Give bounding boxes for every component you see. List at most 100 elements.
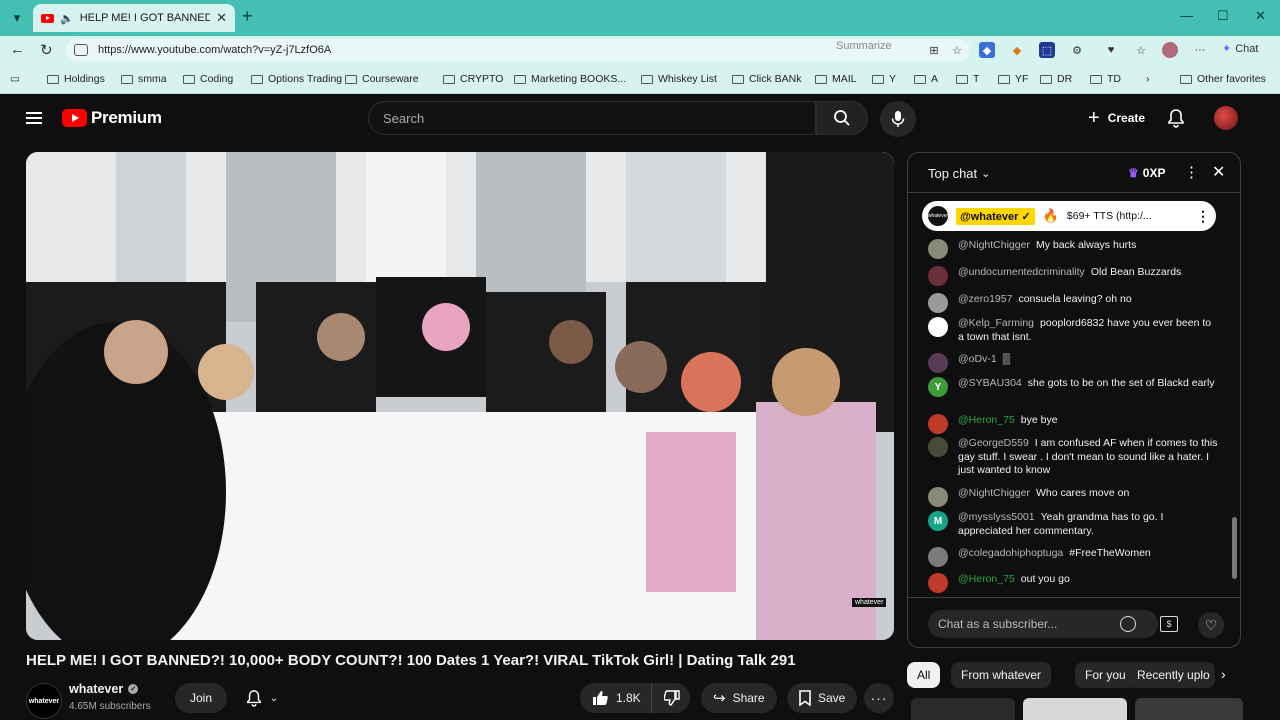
filter-chip[interactable]: All [907,662,941,688]
chat-author[interactable]: @colegadohiphoptuga [958,547,1063,559]
bookmark-item[interactable]: Marketing BOOKS... [514,73,626,85]
extension-1-icon[interactable]: ◆ [979,42,995,58]
extensions-puzzle-icon[interactable]: ⚙ [1069,42,1085,58]
like-button[interactable]: 1.8K [580,683,652,713]
heart-reaction-icon[interactable]: ♡ [1198,612,1224,638]
profile-avatar-icon[interactable] [1162,42,1178,58]
bookmark-item[interactable]: Options Trading [251,73,342,85]
chat-avatar[interactable] [928,317,948,337]
metamask-icon[interactable]: ◆ [1009,42,1025,58]
chat-avatar[interactable] [928,293,948,313]
bookmark-item[interactable]: CRYPTO [443,73,503,85]
speaker-icon[interactable]: 🔈 [60,12,74,25]
guide-menu-icon[interactable] [26,112,42,124]
pinned-message[interactable]: whatever @whatever ✓ 🔥 $69+ TTS (http:/.… [922,201,1216,231]
new-tab-button[interactable]: + [242,6,253,27]
chat-more-icon[interactable]: ⋮ [1184,163,1199,181]
bookmark-item[interactable]: DR [1040,73,1072,85]
site-info-icon[interactable] [74,44,88,56]
chat-author[interactable]: @zero1957 [958,293,1012,305]
bookmark-item[interactable]: Y [872,73,896,85]
bookmark-item[interactable]: T [956,73,979,85]
chat-author[interactable]: @Heron_75 [958,414,1015,426]
summarize-button[interactable]: Summarize [836,40,892,52]
settings-more-icon[interactable]: ··· [1192,42,1208,58]
apps-icon[interactable]: ⊞ [926,42,942,58]
chat-message[interactable]: @Kelp_Farming pooplord6832 have you ever … [928,317,1218,344]
chat-avatar[interactable] [928,239,948,259]
save-button[interactable]: Save [787,683,858,713]
youtube-premium-logo[interactable]: Premium [62,108,162,128]
share-button[interactable]: ↪ Share [701,683,777,713]
search-button[interactable] [816,101,868,135]
bookmark-item[interactable]: TD [1090,73,1121,85]
bookmark-item[interactable]: Click BANk [732,73,802,85]
bookmark-item[interactable]: Holdings [47,73,105,85]
favorites-icon[interactable]: ☆ [1133,42,1149,58]
chat-message[interactable]: Y @SYBAU304 she gots to be on the set of B… [928,377,1218,397]
chat-avatar[interactable] [928,414,948,434]
notifications-button[interactable] [1167,108,1185,133]
chat-avatar[interactable] [928,573,948,593]
chat-avatar[interactable] [928,437,948,457]
chat-author[interactable]: @NightChigger [958,239,1030,251]
bookmark-item[interactable]: smma [121,73,167,85]
bookmark-item[interactable]: YF [998,73,1028,85]
super-chat-icon[interactable]: $ [1160,616,1178,632]
chat-scrollbar[interactable] [1230,197,1238,597]
chat-message[interactable]: @colegadohiphoptuga #FreeTheWomen [928,547,1218,567]
performance-icon[interactable]: ♥ [1103,42,1119,58]
chat-avatar[interactable] [928,547,948,567]
related-thumbnail[interactable] [1023,698,1127,720]
minimize-button[interactable]: — [1180,8,1193,23]
pinned-author[interactable]: @whatever ✓ [956,207,1035,225]
chat-message[interactable]: @undocumentedcriminality Old Bean Buzzard… [928,266,1218,286]
close-window-button[interactable]: ✕ [1255,8,1266,24]
related-thumbnail[interactable] [1135,698,1243,720]
pinned-more-icon[interactable]: ⋮ [1196,208,1210,225]
chat-message[interactable]: @NightChigger Who cares move on [928,487,1218,507]
chat-close-icon[interactable]: ✕ [1212,162,1225,182]
tab-close-icon[interactable]: ✕ [216,10,227,26]
chat-author[interactable]: @Heron_75 [958,573,1015,585]
chat-avatar[interactable]: M [928,511,948,531]
more-actions-button[interactable]: ··· [864,683,894,713]
bookmarks-overflow-icon[interactable]: › [1146,73,1150,85]
search-input[interactable]: Search [368,101,816,135]
chat-avatar[interactable] [928,353,948,373]
filter-chip[interactable]: For you [1075,662,1136,688]
chat-author[interactable]: @Kelp_Farming [958,317,1034,329]
tab-actions-menu[interactable]: ▾ [6,8,28,28]
chat-mode-dropdown[interactable]: Top chat ⌄ [928,166,990,181]
voice-search-button[interactable] [880,101,916,137]
maximize-button[interactable]: ☐ [1217,8,1229,24]
chat-author[interactable]: @GeorgeD559 [958,437,1029,449]
address-bar[interactable]: https://www.youtube.com/watch?v=yZ-j7Lzf… [66,39,970,61]
create-button[interactable]: + Create [1078,102,1155,134]
chat-avatar[interactable] [928,487,948,507]
browser-tab-active[interactable]: 🔈 HELP ME! I GOT BANNED?! 10 ✕ [33,4,235,32]
extension-3-icon[interactable]: ⬚ [1039,42,1055,58]
chat-message[interactable]: @NightChigger My back always hurts [928,239,1218,259]
chat-message[interactable]: M @mysslyss5001 Yeah grandma has to go. I … [928,511,1218,538]
channel-name[interactable]: whatever [69,682,123,696]
bookmark-item[interactable]: Whiskey List [641,73,717,85]
join-button[interactable]: Join [175,683,227,713]
xp-badge[interactable]: ♛ 0XP [1122,163,1171,183]
chat-author[interactable]: @SYBAU304 [958,377,1022,389]
filter-chip[interactable]: From whatever [951,662,1052,688]
chat-message[interactable]: @GeorgeD559 I am confused AF when if come… [928,437,1218,478]
related-thumbnail[interactable] [911,698,1015,720]
chat-message[interactable]: @oDv-1 ▒ [928,353,1218,373]
chat-author[interactable]: @oDv-1 [958,353,997,365]
chat-author[interactable]: @NightChigger [958,487,1030,499]
emoji-icon[interactable] [1120,616,1136,632]
bookmark-item[interactable]: Courseware [345,73,419,85]
bookmark-item[interactable]: Coding [183,73,233,85]
refresh-button[interactable]: ↻ [40,41,53,59]
collections-icon[interactable]: ▭ [10,73,20,85]
subscription-bell-button[interactable]: ⌄ [237,683,287,713]
bookmark-item[interactable]: A [914,73,938,85]
video-player[interactable]: whatever [26,152,894,640]
chat-message[interactable]: @zero1957 consuela leaving? oh no [928,293,1218,313]
